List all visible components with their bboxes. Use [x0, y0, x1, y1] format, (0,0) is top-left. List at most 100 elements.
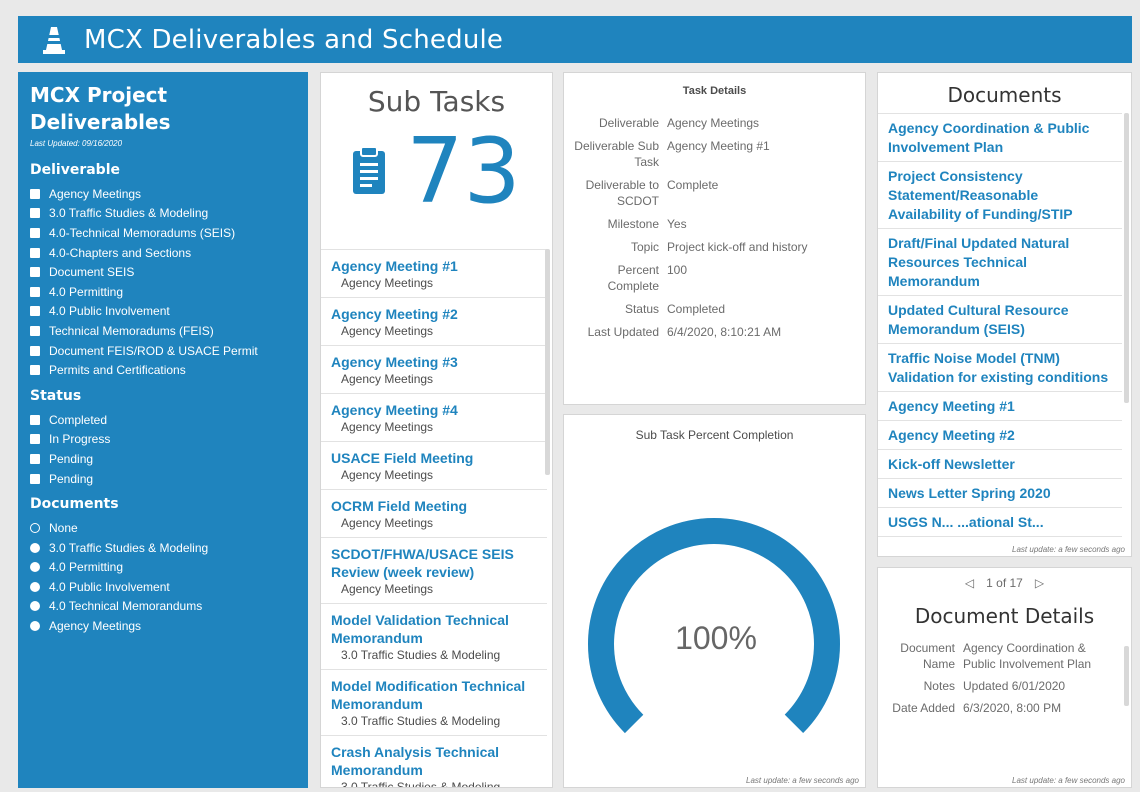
- detail-label: Deliverable: [598, 116, 659, 130]
- filter-option[interactable]: 4.0 Public Involvement: [30, 302, 296, 322]
- sub-tasks-scrollbar[interactable]: [545, 249, 550, 475]
- checkbox[interactable]: [30, 414, 40, 425]
- detail-value: Agency Coordination & Public Involvement…: [963, 641, 1092, 671]
- checkbox[interactable]: [30, 473, 40, 484]
- filter-option[interactable]: Technical Memoradums (FEIS): [30, 321, 296, 341]
- sub-task-name[interactable]: Agency Meeting #1: [331, 257, 537, 275]
- sub-task-name[interactable]: Agency Meeting #3: [331, 353, 537, 371]
- detail-value: 6/3/2020, 8:00 PM: [963, 701, 1062, 715]
- sub-task-name[interactable]: OCRM Field Meeting: [331, 497, 537, 515]
- document-item[interactable]: Agency Meeting #2: [878, 421, 1122, 450]
- document-item[interactable]: Updated Cultural Resource Memorandum (SE…: [878, 296, 1122, 344]
- checkbox[interactable]: [30, 453, 40, 464]
- detail-label: Last Updated: [587, 325, 659, 339]
- sub-task-name[interactable]: Agency Meeting #4: [331, 401, 537, 419]
- filter-option[interactable]: 4.0-Technical Memoradums (SEIS): [30, 223, 296, 243]
- sub-task-item[interactable]: SCDOT/FHWA/USACE SEIS Review (week revie…: [321, 538, 547, 604]
- documents-list[interactable]: Agency Coordination & Public Involvement…: [878, 113, 1122, 537]
- filter-option[interactable]: Document FEIS/ROD & USACE Permit: [30, 341, 296, 361]
- sub-tasks-list[interactable]: Agency Meeting #1 Agency Meetings Agency M…: [321, 249, 547, 787]
- filter-option[interactable]: Pending: [30, 449, 296, 469]
- sub-task-item[interactable]: USACE Field Meeting Agency Meetings: [321, 442, 547, 490]
- checkbox[interactable]: [30, 365, 40, 376]
- filter-option[interactable]: None: [30, 518, 296, 538]
- radio-button[interactable]: [30, 562, 40, 573]
- sub-task-item[interactable]: Agency Meeting #2 Agency Meetings: [321, 298, 547, 346]
- filter-option[interactable]: 3.0 Traffic Studies & Modeling: [30, 538, 296, 558]
- sub-task-name[interactable]: Model Modification Technical Memorandum: [331, 677, 537, 713]
- filter-option[interactable]: 4.0 Permitting: [30, 282, 296, 302]
- page-indicator: 1 of 17: [986, 576, 1023, 590]
- sub-task-item[interactable]: Model Modification Technical Memorandum 3…: [321, 670, 547, 736]
- documents-panel: Documents Agency Coordination & Public I…: [877, 72, 1132, 557]
- document-item[interactable]: Draft/Final Updated Natural Resources Te…: [878, 229, 1122, 296]
- checkbox[interactable]: [30, 267, 40, 278]
- filter-option[interactable]: 3.0 Traffic Studies & Modeling: [30, 204, 296, 224]
- checkbox[interactable]: [30, 345, 40, 356]
- detail-label: Deliverable to SCDOT: [585, 178, 659, 208]
- checkbox[interactable]: [30, 286, 40, 297]
- checkbox[interactable]: [30, 325, 40, 336]
- document-item[interactable]: News Letter Spring 2020: [878, 479, 1122, 508]
- filter-option[interactable]: Permits and Certifications: [30, 360, 296, 380]
- documents-scrollbar[interactable]: [1124, 113, 1129, 403]
- prev-page-icon[interactable]: ◁: [965, 576, 974, 590]
- sub-task-category: Agency Meetings: [341, 420, 434, 434]
- filter-option[interactable]: 4.0-Chapters and Sections: [30, 243, 296, 263]
- sub-task-name[interactable]: Model Validation Technical Memorandum: [331, 611, 537, 647]
- deliverable-filter-list: Agency Meetings 3.0 Traffic Studies & Mod…: [30, 184, 296, 380]
- filter-option-label: Agency Meetings: [49, 619, 142, 634]
- sub-task-item[interactable]: Agency Meeting #1 Agency Meetings: [321, 250, 547, 298]
- sub-task-name[interactable]: Crash Analysis Technical Memorandum: [331, 743, 537, 779]
- filter-option-label: Technical Memoradums (FEIS): [49, 323, 214, 338]
- detail-row: Topic Project kick-off and history: [564, 239, 865, 255]
- checkbox[interactable]: [30, 434, 40, 445]
- filter-option[interactable]: 4.0 Permitting: [30, 558, 296, 578]
- detail-value: 100: [667, 263, 688, 277]
- detail-value: Completed: [667, 302, 726, 316]
- detail-row: Milestone Yes: [564, 216, 865, 232]
- radio-button[interactable]: [30, 621, 40, 632]
- filter-option[interactable]: Pending: [30, 469, 296, 489]
- sub-task-item[interactable]: Agency Meeting #4 Agency Meetings: [321, 394, 547, 442]
- document-item[interactable]: Project Consistency Statement/Reasonable…: [878, 162, 1122, 229]
- document-details-rows: Document Name Agency Coordination & Publi…: [878, 640, 1131, 716]
- document-item[interactable]: USGS N... ...ational St...: [878, 508, 1122, 537]
- sub-task-name[interactable]: Agency Meeting #2: [331, 305, 537, 323]
- sub-task-item[interactable]: OCRM Field Meeting Agency Meetings: [321, 490, 547, 538]
- checkbox[interactable]: [30, 247, 40, 258]
- filter-option[interactable]: Agency Meetings: [30, 184, 296, 204]
- gauge-title: Sub Task Percent Completion: [635, 428, 794, 442]
- filter-option[interactable]: Completed: [30, 410, 296, 430]
- radio-button[interactable]: [30, 581, 40, 592]
- document-details-panel: ◁ 1 of 17 ▷ Document Details Document Na…: [877, 567, 1132, 788]
- document-item[interactable]: Agency Meeting #1: [878, 392, 1122, 421]
- checkbox[interactable]: [30, 306, 40, 317]
- document-item[interactable]: Traffic Noise Model (TNM) Validation for…: [878, 344, 1122, 392]
- radio-button[interactable]: [30, 523, 40, 534]
- filter-option[interactable]: Document SEIS: [30, 262, 296, 282]
- filter-option[interactable]: 4.0 Technical Memorandums: [30, 597, 296, 617]
- sub-task-name[interactable]: SCDOT/FHWA/USACE SEIS Review (week revie…: [331, 545, 537, 581]
- sub-task-item[interactable]: Crash Analysis Technical Memorandum 3.0 T…: [321, 736, 547, 787]
- document-item[interactable]: Kick-off Newsletter: [878, 450, 1122, 479]
- filter-option[interactable]: 4.0 Public Involvement: [30, 577, 296, 597]
- document-item[interactable]: Agency Coordination & Public Involvement…: [878, 114, 1122, 162]
- filter-option-label: None: [49, 521, 78, 536]
- checkbox[interactable]: [30, 208, 40, 219]
- checkbox[interactable]: [30, 227, 40, 238]
- sub-task-name[interactable]: USACE Field Meeting: [331, 449, 537, 467]
- radio-button[interactable]: [30, 601, 40, 612]
- app-header: MCX Deliverables and Schedule: [18, 16, 1132, 63]
- detail-label: Topic: [630, 240, 659, 254]
- radio-button[interactable]: [30, 542, 40, 553]
- sub-task-item[interactable]: Agency Meeting #3 Agency Meetings: [321, 346, 547, 394]
- checkbox[interactable]: [30, 188, 40, 199]
- next-page-icon[interactable]: ▷: [1035, 576, 1044, 590]
- filter-option[interactable]: Agency Meetings: [30, 616, 296, 636]
- document-details-scrollbar[interactable]: [1124, 646, 1129, 706]
- sub-task-category: Agency Meetings: [341, 468, 434, 482]
- filter-option[interactable]: In Progress: [30, 430, 296, 450]
- sub-task-item[interactable]: Model Validation Technical Memorandum 3.0…: [321, 604, 547, 670]
- filter-option-label: 3.0 Traffic Studies & Modeling: [49, 540, 209, 555]
